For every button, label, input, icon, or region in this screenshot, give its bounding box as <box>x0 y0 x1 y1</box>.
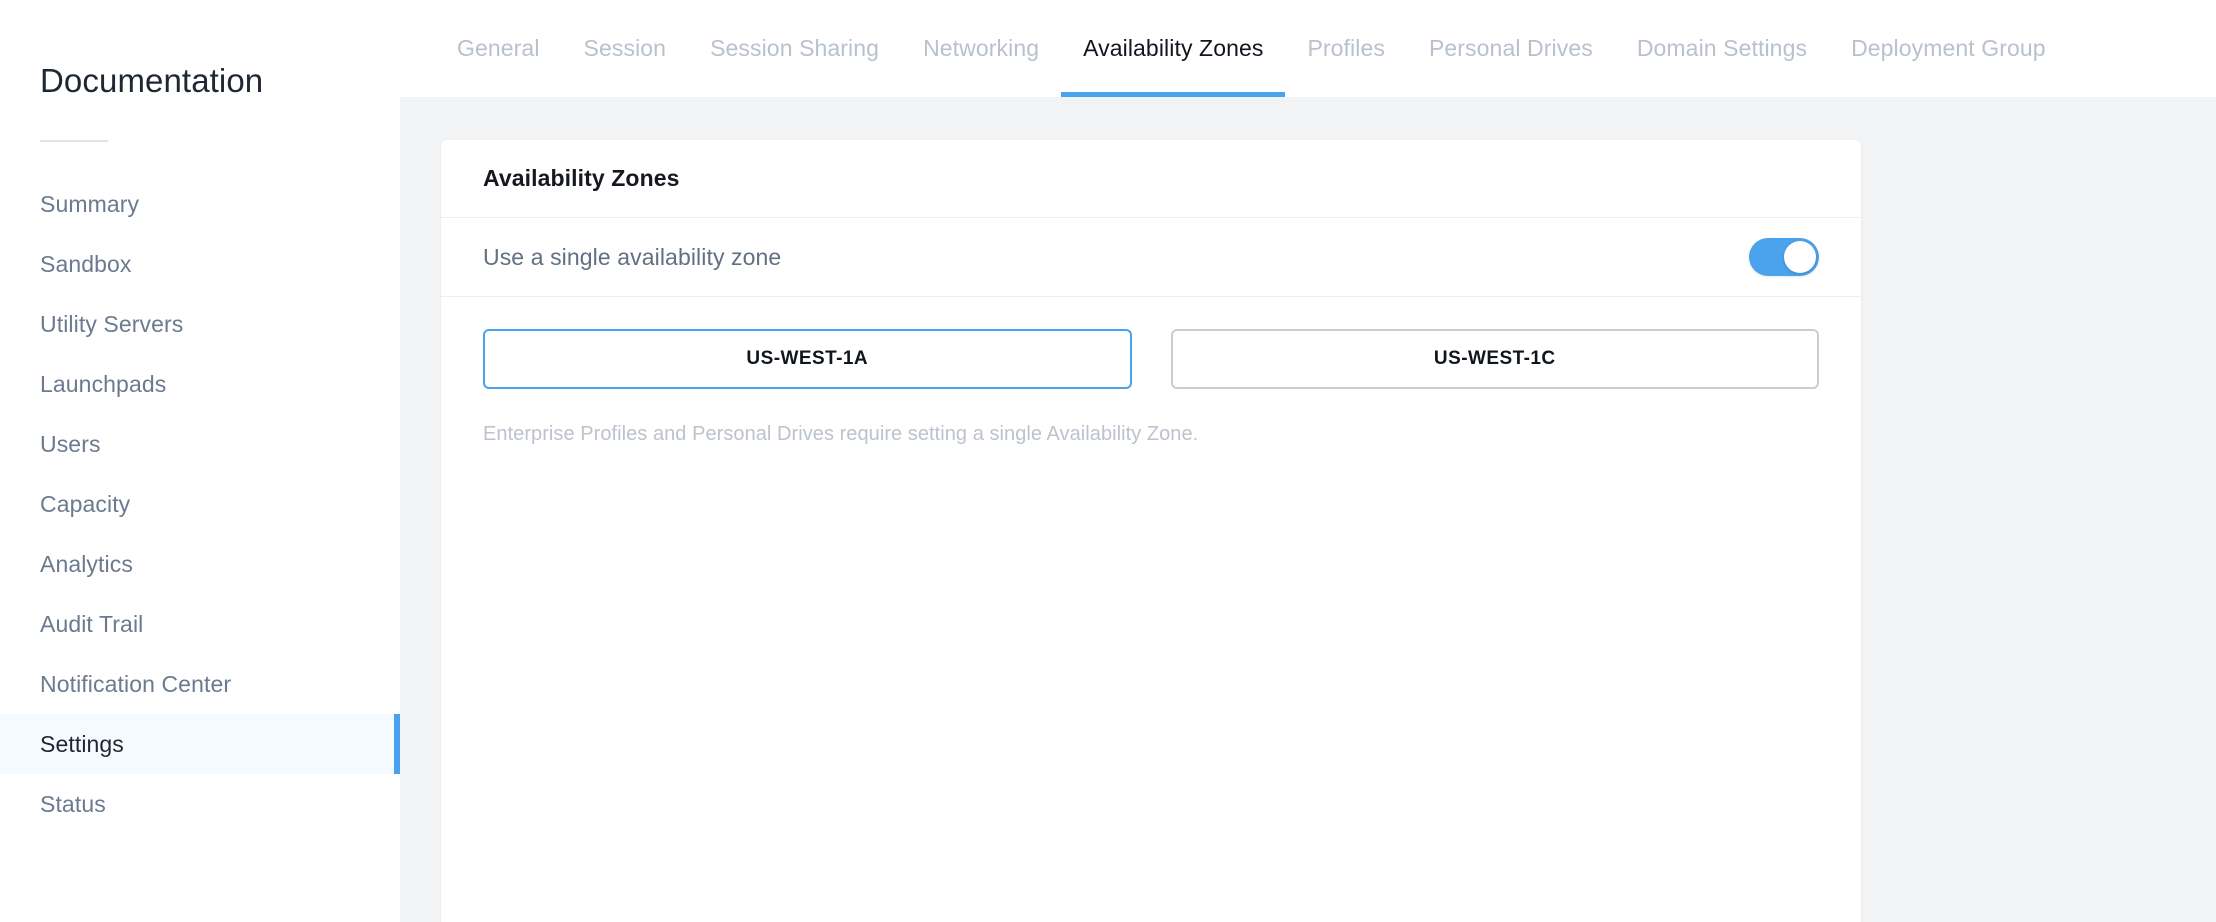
content-area: Availability Zones Use a single availabi… <box>400 97 2216 922</box>
availability-zones-card: Availability Zones Use a single availabi… <box>441 140 1861 922</box>
sidebar-item-label: Launchpads <box>40 370 167 397</box>
tab-label: Personal Drives <box>1428 35 1593 61</box>
sidebar-item-utility-servers[interactable]: Utility Servers <box>0 294 400 354</box>
zone-options: US-WEST-1A US-WEST-1C <box>441 297 1861 389</box>
sidebar-item-label: Capacity <box>40 490 131 517</box>
card-header: Availability Zones <box>441 140 1861 218</box>
sidebar-item-label: Summary <box>40 190 140 217</box>
sidebar-item-launchpads[interactable]: Launchpads <box>0 354 400 414</box>
sidebar-item-capacity[interactable]: Capacity <box>0 474 400 534</box>
sidebar-item-label: Analytics <box>40 550 133 577</box>
sidebar-item-summary[interactable]: Summary <box>0 174 400 234</box>
tab-label: Domain Settings <box>1636 35 1808 61</box>
app-root: Documentation Summary Sandbox Utility Se… <box>0 0 2216 922</box>
single-zone-toggle[interactable] <box>1749 238 1819 276</box>
sidebar-item-analytics[interactable]: Analytics <box>0 534 400 594</box>
sidebar-divider <box>40 140 108 142</box>
sidebar-item-label: Status <box>40 790 106 817</box>
sidebar-item-settings[interactable]: Settings <box>0 714 400 774</box>
sidebar-item-sandbox[interactable]: Sandbox <box>0 234 400 294</box>
sidebar-item-label: Users <box>40 430 101 457</box>
tab-label: General <box>457 35 540 61</box>
tab-session-sharing[interactable]: Session Sharing <box>688 0 901 97</box>
sidebar-item-label: Utility Servers <box>40 310 184 337</box>
sidebar-item-label: Notification Center <box>40 670 232 697</box>
sidebar: Documentation Summary Sandbox Utility Se… <box>0 0 400 922</box>
tab-label: Networking <box>923 35 1040 61</box>
tab-session[interactable]: Session <box>562 0 689 97</box>
sidebar-nav: Summary Sandbox Utility Servers Launchpa… <box>0 174 400 834</box>
tab-profiles[interactable]: Profiles <box>1285 0 1407 97</box>
zone-helper-text: Enterprise Profiles and Personal Drives … <box>483 423 1199 445</box>
sidebar-title: Documentation <box>40 62 264 99</box>
tab-availability-zones[interactable]: Availability Zones <box>1061 0 1286 97</box>
sidebar-item-label: Sandbox <box>40 250 132 277</box>
sidebar-item-notification-center[interactable]: Notification Center <box>0 654 400 714</box>
sidebar-item-label: Audit Trail <box>40 610 144 637</box>
tab-label: Session Sharing <box>710 35 880 61</box>
zone-option-label: US-WEST-1C <box>1433 348 1556 369</box>
single-zone-toggle-label: Use a single availability zone <box>483 243 782 270</box>
sidebar-item-label: Settings <box>40 730 124 757</box>
card-title: Availability Zones <box>483 165 680 191</box>
single-zone-toggle-row: Use a single availability zone <box>441 218 1861 297</box>
tab-deployment-group[interactable]: Deployment Group <box>1829 0 2068 97</box>
tab-label: Session <box>583 35 667 61</box>
sidebar-item-status[interactable]: Status <box>0 774 400 834</box>
zone-option-us-west-1a[interactable]: US-WEST-1A <box>483 329 1132 389</box>
tab-personal-drives[interactable]: Personal Drives <box>1407 0 1615 97</box>
tab-domain-settings[interactable]: Domain Settings <box>1615 0 1829 97</box>
tab-label: Availability Zones <box>1083 35 1264 61</box>
tab-label: Profiles <box>1307 35 1385 61</box>
toggle-knob-icon <box>1784 241 1816 273</box>
tab-label: Deployment Group <box>1851 35 2046 61</box>
tab-general[interactable]: General <box>435 0 562 97</box>
main-pane: General Session Session Sharing Networki… <box>400 0 2216 922</box>
settings-tabbar: General Session Session Sharing Networki… <box>400 0 2216 97</box>
zone-option-us-west-1c[interactable]: US-WEST-1C <box>1170 329 1819 389</box>
zone-option-label: US-WEST-1A <box>746 348 869 369</box>
sidebar-item-users[interactable]: Users <box>0 414 400 474</box>
sidebar-item-audit-trail[interactable]: Audit Trail <box>0 594 400 654</box>
tab-networking[interactable]: Networking <box>901 0 1061 97</box>
